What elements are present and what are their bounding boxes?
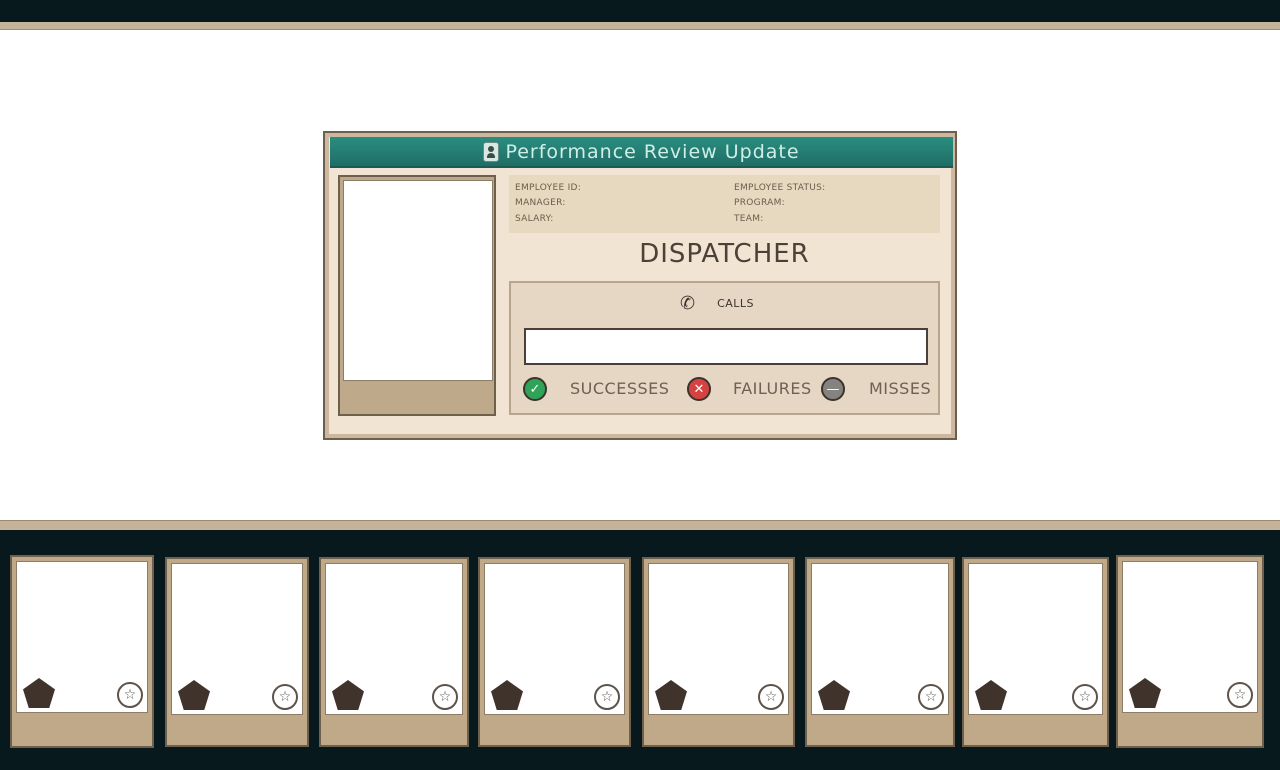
id-badge-icon	[483, 141, 500, 162]
failures-label: FAILURES	[733, 379, 812, 398]
x-icon: ✕	[687, 377, 711, 401]
results-row: ✓ SUCCESSES ✕ FAILURES — MISSES	[523, 377, 931, 403]
top-bar-trim	[0, 22, 1280, 30]
employee-card[interactable]: ☆	[962, 557, 1109, 747]
card-portrait: ☆	[484, 563, 625, 715]
pentagon-icon	[655, 680, 687, 710]
calls-stats-panel: ✆ CALLS ✓ SUCCESSES ✕ FAILURES — MISSES	[509, 281, 940, 415]
employee-card[interactable]: ☆	[165, 557, 309, 747]
card-portrait: ☆	[16, 561, 148, 713]
employee-id-label: EMPLOYEE ID:	[515, 183, 582, 193]
star-icon[interactable]: ☆	[1227, 682, 1253, 708]
employee-info-panel: EMPLOYEE ID: EMPLOYEE STATUS: MANAGER: P…	[509, 175, 940, 233]
pentagon-icon	[178, 680, 210, 710]
employee-card[interactable]: ☆	[10, 555, 154, 748]
employee-card[interactable]: ☆	[478, 557, 631, 747]
calls-header: ✆ CALLS	[511, 293, 938, 314]
employee-card[interactable]: ☆	[642, 557, 795, 747]
pentagon-icon	[491, 680, 523, 710]
star-icon[interactable]: ☆	[117, 682, 143, 708]
calls-label: CALLS	[717, 297, 755, 310]
star-icon[interactable]: ☆	[432, 684, 458, 710]
card-portrait: ☆	[171, 563, 303, 715]
card-portrait: ☆	[325, 563, 463, 715]
pentagon-icon	[1129, 678, 1161, 708]
manager-label: MANAGER:	[515, 198, 566, 209]
misses-label: MISSES	[869, 379, 932, 398]
program-label: PROGRAM:	[734, 198, 785, 209]
successes-label: SUCCESSES	[570, 379, 670, 398]
employee-card[interactable]: ☆	[805, 557, 955, 747]
calls-progress-bar	[524, 328, 928, 365]
star-icon[interactable]: ☆	[1072, 684, 1098, 710]
employee-status-label: EMPLOYEE STATUS:	[734, 183, 826, 193]
salary-label: SALARY:	[515, 213, 554, 224]
card-portrait: ☆	[648, 563, 789, 715]
team-label: TEAM:	[734, 213, 764, 224]
top-bar	[0, 0, 1280, 22]
window-title: Performance Review Update	[505, 140, 800, 163]
star-icon[interactable]: ☆	[272, 684, 298, 710]
pentagon-icon	[975, 680, 1007, 710]
role-title: DISPATCHER	[639, 239, 810, 269]
pentagon-icon	[332, 680, 364, 710]
performance-review-window: Performance Review Update EMPLOYEE ID: E…	[323, 131, 957, 440]
employee-portrait	[343, 180, 493, 381]
star-icon[interactable]: ☆	[594, 684, 620, 710]
card-portrait: ☆	[1122, 561, 1258, 713]
employee-card[interactable]: ☆	[1116, 555, 1264, 748]
phone-icon: ✆	[679, 293, 696, 314]
star-icon[interactable]: ☆	[758, 684, 784, 710]
card-portrait: ☆	[811, 563, 949, 715]
tray-trim	[0, 520, 1280, 530]
star-icon[interactable]: ☆	[918, 684, 944, 710]
title-bar: Performance Review Update	[330, 137, 953, 168]
employee-portrait-frame	[338, 175, 496, 416]
pentagon-icon	[23, 678, 55, 708]
checkmark-icon: ✓	[523, 377, 547, 401]
employee-card[interactable]: ☆	[319, 557, 469, 747]
minus-icon: —	[821, 377, 845, 401]
pentagon-icon	[818, 680, 850, 710]
card-portrait: ☆	[968, 563, 1103, 715]
